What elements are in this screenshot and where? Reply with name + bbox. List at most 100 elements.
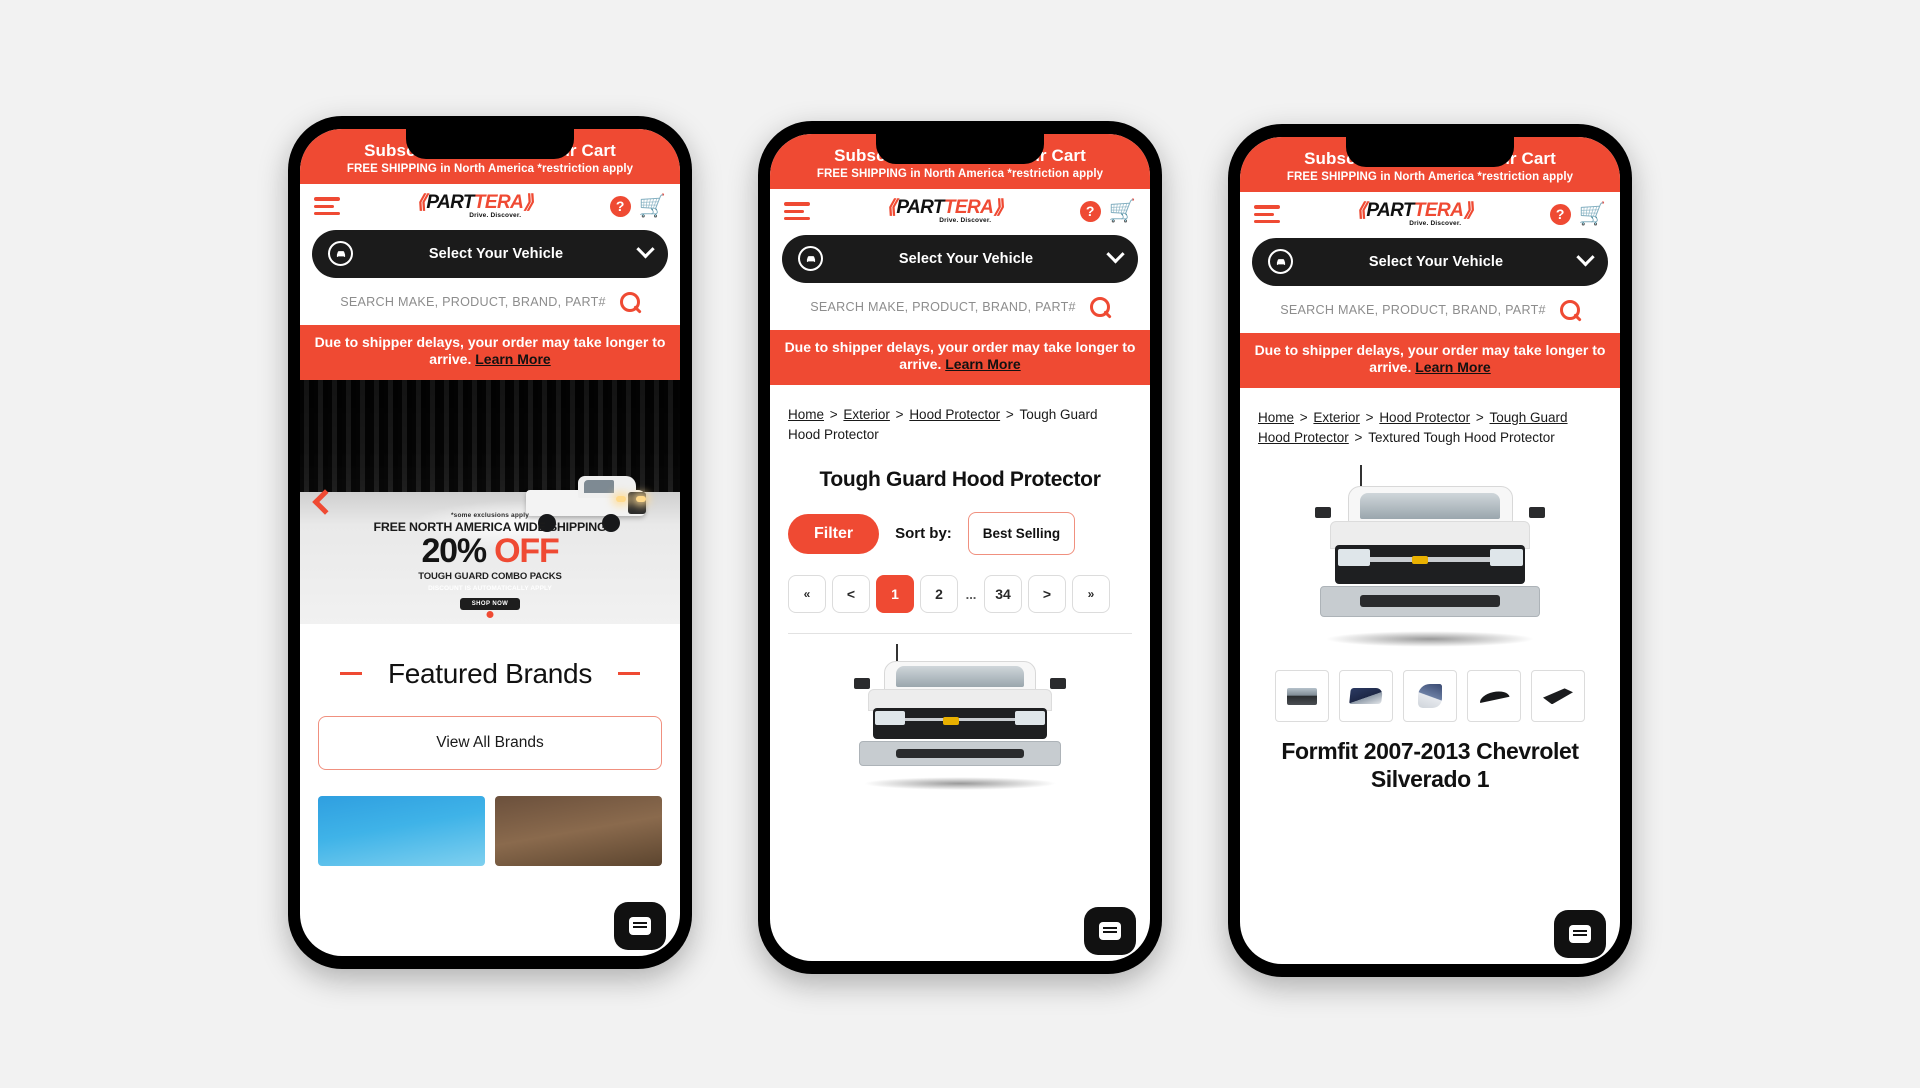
breadcrumb-item-exterior[interactable]: Exterior bbox=[843, 407, 890, 422]
logo-part-text: PART bbox=[896, 197, 944, 219]
thumb-truck-front[interactable] bbox=[1275, 670, 1329, 723]
chat-bubble-icon[interactable] bbox=[614, 901, 666, 950]
shopping-cart-icon[interactable]: 🛒 bbox=[639, 195, 666, 217]
search-bar[interactable]: SEARCH MAKE, PRODUCT, BRAND, PART# bbox=[770, 282, 1150, 330]
sort-by-label: Sort by: bbox=[895, 525, 952, 543]
shipping-alert: Due to shipper delays, your order may ta… bbox=[1240, 332, 1620, 388]
view-all-brands-button[interactable]: View All Brands bbox=[318, 715, 662, 770]
header-nav: ⟪ PART TERA ⟫ Drive. Discover. ? 🛒 bbox=[770, 189, 1150, 231]
vehicle-selector-label: Select Your Vehicle bbox=[428, 245, 564, 262]
breadcrumb-item-hood-protector[interactable]: Hood Protector bbox=[1379, 410, 1470, 425]
section-divider bbox=[788, 633, 1132, 635]
header-icons: ? 🛒 bbox=[609, 195, 666, 217]
pagination-next-button[interactable]: > bbox=[1028, 575, 1066, 614]
brand-card[interactable] bbox=[318, 795, 485, 866]
chevron-down-icon bbox=[636, 240, 655, 259]
brand-cards-row bbox=[300, 795, 680, 866]
pagination-page-2[interactable]: 2 bbox=[920, 575, 958, 614]
promo-line-2: FREE SHIPPING in North America *restrict… bbox=[1286, 171, 1574, 184]
pagination-first-button[interactable]: « bbox=[788, 575, 826, 614]
logo-tagline: Drive. Discover. bbox=[469, 212, 522, 220]
hero-exclusions-text: *some exclusions apply bbox=[450, 512, 530, 520]
search-bar[interactable]: SEARCH MAKE, PRODUCT, BRAND, PART# bbox=[300, 277, 680, 325]
breadcrumb-separator: > bbox=[1002, 406, 1018, 422]
pagination-page-34[interactable]: 34 bbox=[984, 575, 1022, 614]
learn-more-link[interactable]: Learn More bbox=[475, 351, 550, 367]
question-mark-icon[interactable]: ? bbox=[1549, 203, 1571, 225]
page-title: Tough Guard Hood Protector bbox=[819, 468, 1101, 492]
thumb-deflector-closeup[interactable] bbox=[1403, 670, 1457, 723]
logo-tagline: Drive. Discover. bbox=[939, 217, 992, 225]
product-thumbnail-strip bbox=[1240, 650, 1620, 723]
carousel-dot[interactable] bbox=[486, 610, 494, 618]
breadcrumb: Home > Exterior > Hood Protector > Tough… bbox=[770, 385, 1150, 447]
phone-notch bbox=[1346, 136, 1514, 167]
chat-bubble-icon[interactable] bbox=[1554, 909, 1606, 958]
logo-wordmark: ⟪ PART TERA ⟫ bbox=[1356, 201, 1473, 220]
vehicle-selector[interactable]: Select Your Vehicle bbox=[1252, 237, 1608, 286]
thumb-deflector-edge[interactable] bbox=[1467, 670, 1521, 723]
site-logo[interactable]: ⟪ PART TERA ⟫ Drive. Discover. bbox=[416, 193, 533, 220]
logo-bracket-left: ⟪ bbox=[886, 197, 897, 219]
product-main-image[interactable] bbox=[1305, 464, 1555, 650]
logo-tagline: Drive. Discover. bbox=[1409, 220, 1462, 228]
breadcrumb-separator: > bbox=[891, 406, 908, 422]
search-icon[interactable] bbox=[1559, 299, 1580, 320]
chat-bubble-icon[interactable] bbox=[1084, 906, 1136, 955]
learn-more-link[interactable]: Learn More bbox=[945, 356, 1020, 372]
breadcrumb: Home > Exterior > Hood Protector > Tough… bbox=[1240, 388, 1620, 450]
screenshot-stage: Subscribe for 5% Off Your Cart FREE SHIP… bbox=[0, 0, 1920, 1088]
pagination-ellipsis: ... bbox=[964, 575, 978, 614]
search-input[interactable]: SEARCH MAKE, PRODUCT, BRAND, PART# bbox=[1280, 303, 1546, 317]
question-mark-icon[interactable]: ? bbox=[1079, 200, 1101, 222]
hamburger-icon[interactable] bbox=[314, 197, 340, 216]
hero-discount-percent: 20% bbox=[421, 532, 487, 571]
hamburger-icon[interactable] bbox=[784, 202, 810, 221]
breadcrumb-item-home[interactable]: Home bbox=[1258, 410, 1294, 425]
breadcrumb-item-home[interactable]: Home bbox=[788, 407, 824, 422]
search-input[interactable]: SEARCH MAKE, PRODUCT, BRAND, PART# bbox=[810, 300, 1076, 314]
search-icon[interactable] bbox=[619, 291, 640, 312]
pagination: « < 1 2 ... 34 > » bbox=[770, 555, 1150, 614]
site-logo[interactable]: ⟪ PART TERA ⟫ Drive. Discover. bbox=[886, 198, 1003, 225]
sort-by-select[interactable]: Best Selling bbox=[967, 512, 1076, 556]
vehicle-selector[interactable]: Select Your Vehicle bbox=[312, 229, 668, 278]
phone-notch bbox=[406, 128, 574, 159]
brand-card[interactable] bbox=[495, 795, 662, 866]
thumb-deflector-angled[interactable] bbox=[1531, 670, 1585, 723]
shopping-cart-icon[interactable]: 🛒 bbox=[1109, 200, 1136, 222]
pagination-prev-button[interactable]: < bbox=[832, 575, 870, 614]
thumb-hood-deflector-installed[interactable] bbox=[1339, 670, 1393, 723]
hero-carousel[interactable]: *some exclusions apply FREE NORTH AMERIC… bbox=[300, 379, 680, 624]
learn-more-link[interactable]: Learn More bbox=[1415, 359, 1490, 375]
car-icon bbox=[1268, 249, 1293, 275]
shopping-cart-icon[interactable]: 🛒 bbox=[1579, 203, 1606, 225]
pagination-last-button[interactable]: » bbox=[1072, 575, 1110, 614]
search-input[interactable]: SEARCH MAKE, PRODUCT, BRAND, PART# bbox=[340, 295, 606, 309]
hamburger-icon[interactable] bbox=[1254, 205, 1280, 224]
breadcrumb-item-hood-protector[interactable]: Hood Protector bbox=[909, 407, 1000, 422]
logo-part-text: PART bbox=[1366, 200, 1414, 222]
search-bar[interactable]: SEARCH MAKE, PRODUCT, BRAND, PART# bbox=[1240, 285, 1620, 333]
breadcrumb-item-exterior[interactable]: Exterior bbox=[1313, 410, 1360, 425]
car-icon bbox=[798, 246, 823, 272]
question-mark-icon[interactable]: ? bbox=[609, 195, 631, 217]
search-icon[interactable] bbox=[1089, 296, 1110, 317]
silverado-truck-image bbox=[1305, 464, 1555, 650]
vehicle-selector[interactable]: Select Your Vehicle bbox=[782, 234, 1138, 283]
site-logo[interactable]: ⟪ PART TERA ⟫ Drive. Discover. bbox=[1356, 201, 1473, 228]
breadcrumb-item-current: Textured Tough Hood Protector bbox=[1368, 430, 1555, 446]
featured-brands-title: Featured Brands bbox=[387, 657, 593, 689]
logo-bracket-right: ⟫ bbox=[993, 197, 1004, 219]
filter-button[interactable]: Filter bbox=[788, 513, 880, 554]
phone-1-screen: Subscribe for 5% Off Your Cart FREE SHIP… bbox=[300, 128, 680, 956]
product-card-image[interactable] bbox=[845, 644, 1075, 792]
breadcrumb-separator: > bbox=[1296, 409, 1312, 425]
logo-wordmark: ⟪ PART TERA ⟫ bbox=[416, 193, 533, 212]
silverado-truck-image bbox=[845, 644, 1075, 792]
pagination-page-1[interactable]: 1 bbox=[876, 575, 914, 614]
logo-bracket-left: ⟪ bbox=[1356, 200, 1367, 222]
promo-line-2: FREE SHIPPING in North America *restrict… bbox=[816, 168, 1104, 181]
phone-notch bbox=[876, 133, 1044, 164]
hero-shop-now-button[interactable]: SHOP NOW bbox=[459, 597, 521, 610]
